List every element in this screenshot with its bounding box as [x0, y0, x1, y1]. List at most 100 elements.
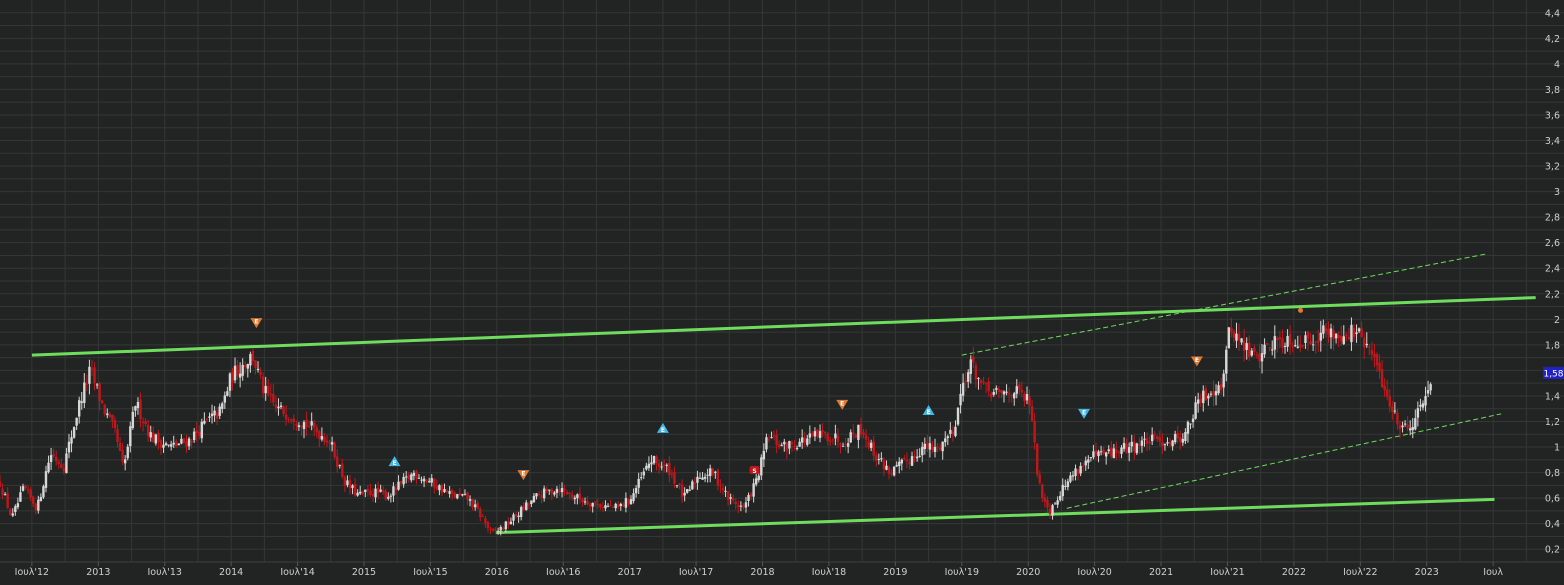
candle-body	[726, 491, 730, 500]
candle-body	[44, 471, 48, 488]
candle-body	[783, 441, 786, 445]
candle-body	[1352, 327, 1356, 338]
chart-svg[interactable]: EEEESEEEE 0,20,40,60,811,21,41,61,822,22…	[0, 0, 1564, 581]
candle-body	[571, 494, 574, 498]
candle-body	[519, 507, 523, 518]
candle-body	[862, 432, 865, 436]
candle-body	[295, 424, 298, 426]
candle-body	[1278, 337, 1282, 339]
candle-body	[11, 513, 14, 516]
candle-body	[1010, 395, 1013, 397]
candle-body	[1107, 449, 1110, 452]
candle-body	[992, 391, 995, 395]
candle-body	[637, 478, 640, 488]
candle-body	[1419, 404, 1422, 407]
candle-body	[473, 504, 477, 508]
candle-body	[1317, 340, 1320, 344]
candle-body	[1299, 344, 1302, 348]
candle-body	[1424, 396, 1427, 406]
candle-body	[867, 441, 870, 448]
candle-body	[108, 414, 112, 417]
candle-body	[407, 474, 410, 480]
marker-label: E	[1195, 357, 1199, 364]
candle-body	[849, 432, 852, 443]
candle-body	[1342, 336, 1345, 345]
candle-body	[1207, 395, 1210, 399]
candle-body	[926, 443, 929, 449]
candle-body	[157, 432, 160, 443]
candle-body	[410, 474, 413, 481]
candle-body	[739, 505, 743, 507]
candle-body	[341, 463, 344, 477]
candle-body	[1411, 426, 1414, 431]
candle-body	[0, 481, 2, 487]
candle-body	[392, 486, 395, 496]
candle-body	[88, 366, 91, 384]
candle-body	[502, 527, 505, 530]
candle-body	[456, 494, 459, 499]
candle-body	[1271, 349, 1274, 351]
candle-body	[111, 414, 114, 421]
candle-body	[770, 437, 773, 439]
marker-label: E	[840, 400, 844, 407]
x-tick-label: 2019	[883, 567, 907, 578]
candle-body	[609, 505, 612, 507]
candle-body	[1391, 406, 1394, 412]
candle-body	[1332, 330, 1335, 340]
candle-body	[26, 489, 30, 491]
candle-body	[397, 481, 400, 490]
candle-body	[1304, 335, 1307, 344]
candle-body	[438, 485, 441, 491]
candle-body	[1311, 344, 1315, 346]
candle-body	[1276, 337, 1279, 341]
candle-body	[272, 393, 275, 403]
candle-body	[647, 463, 651, 468]
x-tick-label: Ιουλ'22	[1343, 567, 1377, 578]
candle-body	[1375, 354, 1379, 366]
candle-body	[1204, 388, 1208, 401]
price-chart[interactable]: EEEESEEEE 0,20,40,60,811,21,41,61,822,22…	[0, 0, 1564, 581]
candle-body	[696, 476, 699, 483]
candle-body	[969, 359, 972, 374]
candle-body	[1421, 403, 1425, 408]
candle-body	[315, 427, 318, 433]
candle-body	[445, 490, 449, 493]
candle-body	[100, 400, 104, 404]
candle-body	[885, 465, 888, 470]
x-tick-label: 2018	[750, 567, 774, 578]
candle-body	[1069, 475, 1072, 482]
candle-body	[19, 492, 22, 502]
candle-body	[1237, 333, 1241, 341]
candle-body	[1150, 434, 1154, 442]
candle-body	[816, 429, 819, 437]
x-tick-label: 2023	[1415, 567, 1439, 578]
y-tick-label: 2	[1554, 315, 1560, 326]
candle-body	[328, 442, 331, 444]
candle-body	[1084, 460, 1087, 466]
candle-body	[691, 481, 694, 490]
candle-body	[1015, 386, 1018, 394]
candle-body	[318, 431, 321, 439]
candle-body	[1217, 385, 1220, 394]
candle-body	[1189, 423, 1192, 425]
marker-label: E	[254, 319, 258, 326]
x-tick-label: Ιουλ'18	[812, 567, 846, 578]
candle-body	[829, 440, 832, 442]
candle-body	[622, 504, 625, 507]
candle-body	[167, 444, 170, 446]
candle-body	[1260, 353, 1264, 362]
candle-body	[430, 478, 433, 483]
candle-body	[1401, 425, 1404, 428]
candle-body	[1186, 421, 1190, 434]
candle-body	[491, 528, 495, 531]
candle-body	[1225, 349, 1228, 374]
candle-body	[336, 456, 339, 467]
candle-body	[703, 476, 707, 479]
y-tick-label: 3,6	[1545, 110, 1560, 121]
candle-body	[898, 461, 901, 467]
candle-body	[343, 476, 347, 486]
candle-body	[1416, 408, 1420, 418]
candle-body	[1099, 451, 1103, 453]
candle-body	[823, 432, 827, 434]
candle-body	[1120, 447, 1123, 454]
